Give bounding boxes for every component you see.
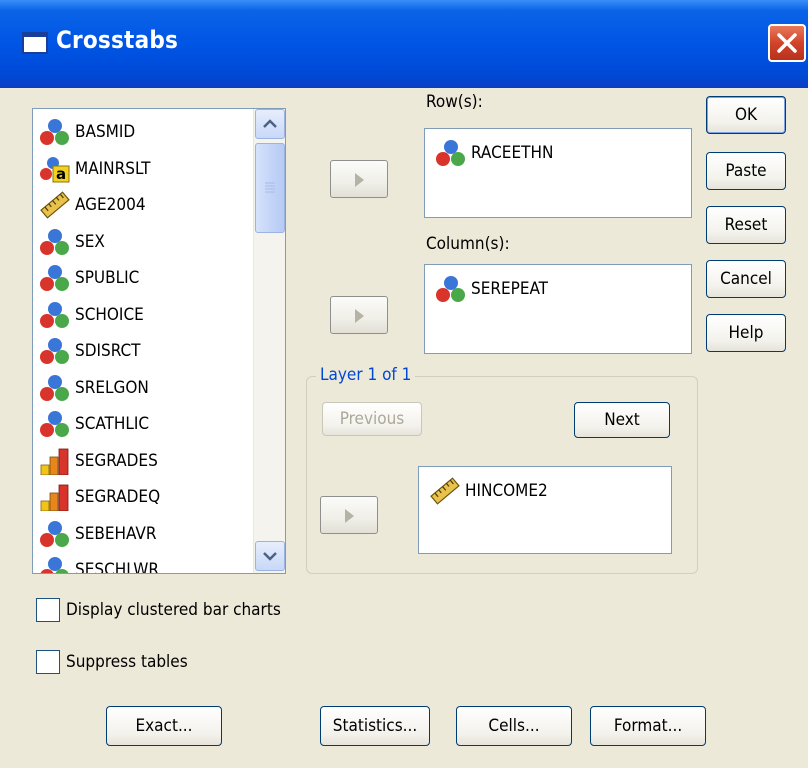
variable-name: SEGRADES xyxy=(75,450,158,471)
columns-list[interactable]: SEREPEAT xyxy=(424,264,692,354)
nominal-icon xyxy=(39,264,71,292)
help-button[interactable]: Help xyxy=(706,314,786,352)
layer-title: Layer 1 of 1 xyxy=(316,365,416,385)
variable-list-items: BASMID a MAINRSLT AGE2004 SEX SPUBLIC SCHOICE S… xyxy=(33,109,253,573)
nominal-icon xyxy=(39,301,71,329)
nominal-icon xyxy=(39,410,71,438)
statistics-button[interactable]: Statistics... xyxy=(320,706,430,746)
variable-name: SEX xyxy=(75,231,105,252)
scale-icon xyxy=(429,477,461,505)
suppress-tables-checkbox[interactable]: Suppress tables xyxy=(36,650,188,674)
variable-name: SPUBLIC xyxy=(75,268,140,288)
right-arrow-icon xyxy=(345,509,354,523)
variable-list-item[interactable]: SCATHLIC xyxy=(39,409,253,439)
cancel-button[interactable]: Cancel xyxy=(706,260,786,298)
format-button[interactable]: Format... xyxy=(590,706,706,746)
title-bar[interactable]: Crosstabs xyxy=(0,0,808,88)
nominal-icon xyxy=(39,520,71,548)
variable-list-item[interactable]: SEX xyxy=(39,227,253,257)
variable-list-item[interactable]: AGE2004 xyxy=(39,190,253,220)
variable-name: SCHOICE xyxy=(75,304,144,325)
columns-label: Column(s): xyxy=(426,234,510,254)
variable-list-item[interactable]: SEGRADEQ xyxy=(39,482,253,512)
layer-list-item[interactable]: HINCOME2 xyxy=(429,477,548,505)
nominal-icon xyxy=(39,374,71,402)
rows-variable-name: RACEETHN xyxy=(471,143,554,163)
nominal-icon xyxy=(435,275,467,303)
layer-variable-name: HINCOME2 xyxy=(465,481,548,501)
suppress-tables-label: Suppress tables xyxy=(66,652,188,672)
variable-name: SDISRCT xyxy=(75,341,141,361)
variable-list-item[interactable]: SPUBLIC xyxy=(39,263,253,293)
ok-button[interactable]: OK xyxy=(706,96,786,134)
scroll-down-button[interactable] xyxy=(255,541,285,571)
window-title: Crosstabs xyxy=(56,26,179,54)
variable-name: SCATHLIC xyxy=(75,414,150,434)
variable-name: SRELGON xyxy=(75,377,149,398)
paste-button[interactable]: Paste xyxy=(706,152,786,190)
window-icon xyxy=(22,32,48,54)
ordinal-icon xyxy=(39,483,71,512)
columns-list-item[interactable]: SEREPEAT xyxy=(435,275,548,303)
nominal-string-icon: a xyxy=(39,155,71,183)
variable-list[interactable]: BASMID a MAINRSLT AGE2004 SEX SPUBLIC SCHOICE S… xyxy=(32,108,286,574)
chevron-down-icon xyxy=(263,552,277,561)
nominal-icon xyxy=(435,139,467,167)
move-to-layer-button[interactable] xyxy=(320,496,378,534)
scroll-up-button[interactable] xyxy=(255,109,285,139)
variable-list-scrollbar[interactable] xyxy=(253,109,285,573)
grip-icon xyxy=(265,182,275,193)
move-to-columns-button[interactable] xyxy=(330,296,388,334)
rows-list-item[interactable]: RACEETHN xyxy=(435,139,553,167)
close-button[interactable] xyxy=(768,24,806,62)
next-layer-button[interactable]: Next xyxy=(574,402,670,438)
rows-label: Row(s): xyxy=(426,92,483,112)
variable-list-item[interactable]: SCHOICE xyxy=(39,300,253,330)
scale-icon xyxy=(39,191,71,219)
variable-name: SESCHLWR xyxy=(75,560,159,573)
cells-button[interactable]: Cells... xyxy=(456,706,572,746)
move-to-rows-button[interactable] xyxy=(330,160,388,198)
layer-list[interactable]: HINCOME2 xyxy=(418,466,672,554)
checkbox-box[interactable] xyxy=(36,650,60,674)
reset-button[interactable]: Reset xyxy=(706,206,786,244)
variable-name: BASMID xyxy=(75,122,136,142)
variable-list-item[interactable]: a MAINRSLT xyxy=(39,154,253,184)
crosstabs-dialog: Crosstabs BASMID a MAINRSLT AGE2004 SEX SPUBL… xyxy=(0,0,808,768)
ordinal-icon xyxy=(39,447,71,475)
variable-list-item[interactable]: SEGRADES xyxy=(39,446,253,476)
right-arrow-icon xyxy=(355,173,364,187)
variable-name: SEBEHAVR xyxy=(75,523,157,544)
scroll-thumb[interactable] xyxy=(255,143,285,233)
clustered-bar-checkbox[interactable]: Display clustered bar charts xyxy=(36,598,281,622)
nominal-icon xyxy=(39,556,71,573)
variable-name: AGE2004 xyxy=(75,195,146,215)
columns-variable-name: SEREPEAT xyxy=(471,279,549,299)
close-icon xyxy=(777,33,797,53)
right-arrow-icon xyxy=(355,309,364,323)
variable-list-item[interactable]: SEBEHAVR xyxy=(39,519,253,549)
nominal-icon xyxy=(39,337,71,365)
nominal-icon xyxy=(39,228,71,256)
exact-button[interactable]: Exact... xyxy=(106,706,222,746)
variable-name: SEGRADEQ xyxy=(75,487,161,507)
chevron-up-icon xyxy=(263,119,277,128)
svg-text:a: a xyxy=(56,165,66,183)
previous-layer-button[interactable]: Previous xyxy=(322,402,422,436)
clustered-bar-label: Display clustered bar charts xyxy=(66,600,281,620)
variable-list-item[interactable]: SDISRCT xyxy=(39,336,253,366)
rows-list[interactable]: RACEETHN xyxy=(424,128,692,218)
nominal-icon xyxy=(39,118,71,146)
checkbox-box[interactable] xyxy=(36,598,60,622)
variable-list-item[interactable]: SRELGON xyxy=(39,373,253,403)
variable-list-item[interactable]: SESCHLWR xyxy=(39,555,253,573)
variable-list-item[interactable]: BASMID xyxy=(39,117,253,147)
variable-name: MAINRSLT xyxy=(75,158,151,179)
